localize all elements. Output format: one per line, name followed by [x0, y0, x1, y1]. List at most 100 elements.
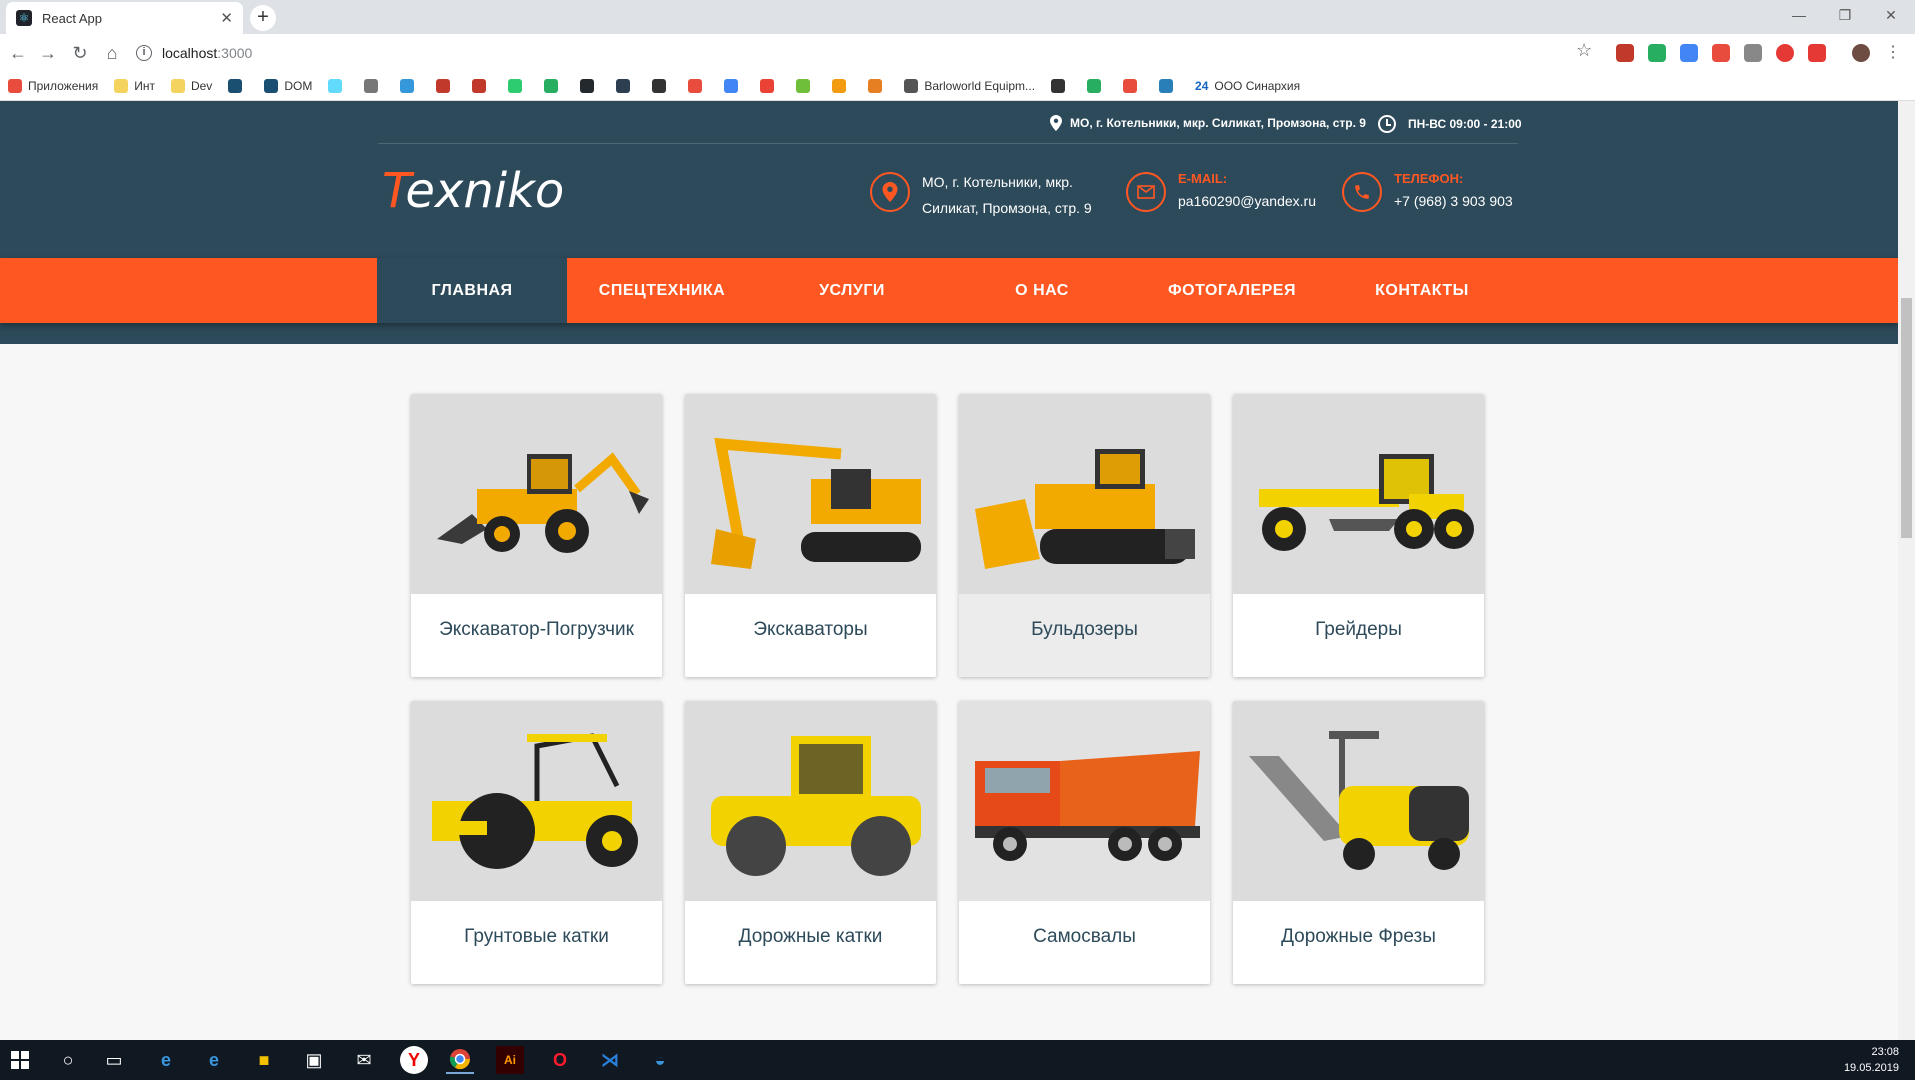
internet-explorer-icon[interactable]: e [200, 1046, 228, 1074]
app-icon[interactable]: ◒ [646, 1046, 674, 1074]
bookmark-item[interactable] [472, 78, 492, 93]
bookmark-item[interactable] [1123, 78, 1143, 93]
road-roller-image [685, 701, 936, 901]
bookmark-item[interactable]: Инт [114, 78, 155, 93]
card-road-milling[interactable]: Дорожные Фрезы [1233, 701, 1484, 984]
card-soil-roller[interactable]: Грунтовые катки [411, 701, 662, 984]
bookmark-icon [436, 78, 451, 93]
card-backhoe-loader[interactable]: Экскаватор-Погрузчик [411, 394, 662, 677]
file-explorer-icon[interactable]: ■ [250, 1046, 278, 1074]
minimize-window-button[interactable]: — [1776, 0, 1822, 30]
nav-item-equipment[interactable]: СПЕЦТЕХНИКА [567, 258, 757, 323]
extension-icon[interactable] [1776, 44, 1794, 62]
cloud-icon[interactable] [1808, 44, 1826, 62]
new-tab-button[interactable]: + [250, 5, 276, 31]
card-road-roller[interactable]: Дорожные катки [685, 701, 936, 984]
extension-icon[interactable] [1712, 44, 1730, 62]
extension-icon[interactable] [1616, 44, 1634, 62]
avatar[interactable] [1852, 44, 1870, 62]
chrome-icon[interactable] [446, 1046, 474, 1074]
bookmark-item[interactable] [688, 78, 708, 93]
bookmark-item[interactable] [544, 78, 564, 93]
bookmark-item[interactable]: Приложения [8, 78, 98, 93]
bookmark-item[interactable] [760, 78, 780, 93]
windows-taskbar: ○ ▭ e e ■ ▣ ✉ Y Ai O ⋊ ◒ 23:08 19.05.201… [0, 1040, 1915, 1080]
nav-item-gallery[interactable]: ФОТОГАЛЕРЕЯ [1137, 258, 1327, 323]
card-grader[interactable]: Грейдеры [1233, 394, 1484, 677]
url-port: :3000 [217, 45, 253, 61]
vscode-icon[interactable]: ⋊ [596, 1046, 624, 1074]
system-clock[interactable]: 23:08 19.05.2019 [1844, 1044, 1899, 1076]
bookmark-item[interactable] [508, 78, 528, 93]
contact-phone: ТЕЛЕФОН: +7 (968) 3 903 903 [1342, 169, 1513, 213]
vertical-scrollbar[interactable] [1898, 101, 1915, 1040]
restore-window-button[interactable]: ❐ [1822, 0, 1868, 30]
close-tab-icon[interactable]: ✕ [220, 9, 233, 27]
home-icon[interactable]: ⌂ [100, 41, 124, 65]
bookmark-star-icon[interactable]: ☆ [1576, 40, 1592, 61]
mail-icon[interactable]: ✉ [350, 1046, 378, 1074]
bookmark-item[interactable] [436, 78, 456, 93]
bookmark-item[interactable] [1159, 78, 1179, 93]
nav-item-services[interactable]: УСЛУГИ [757, 258, 947, 323]
bookmark-item[interactable] [616, 78, 636, 93]
translate-icon[interactable] [1680, 44, 1698, 62]
bookmark-item[interactable] [832, 78, 852, 93]
bookmark-icon [400, 78, 415, 93]
bookmark-item[interactable] [868, 78, 888, 93]
menu-dots-icon[interactable]: ⋮ [1884, 44, 1902, 62]
bookmark-icon [328, 78, 343, 93]
bookmark-icon [264, 78, 279, 93]
bookmark-item[interactable] [364, 78, 384, 93]
reload-icon[interactable]: ↻ [68, 41, 92, 65]
browser-tab[interactable]: ⚛ React App ✕ [6, 2, 243, 34]
info-icon[interactable]: i [136, 45, 152, 61]
task-view-icon[interactable]: ▭ [100, 1046, 128, 1074]
nav-item-contacts[interactable]: КОНТАКТЫ [1327, 258, 1517, 323]
address-line-1: МО, г. Котельники, мкр. [922, 174, 1073, 190]
bookmark-item[interactable] [400, 78, 420, 93]
card-dump-truck[interactable]: Самосвалы [959, 701, 1210, 984]
yandex-browser-icon[interactable]: Y [400, 1046, 428, 1074]
close-window-button[interactable]: ✕ [1868, 0, 1914, 30]
bookmark-item[interactable] [580, 78, 600, 93]
site-logo[interactable]: Texniko [382, 163, 564, 219]
phone-value[interactable]: +7 (968) 3 903 903 [1394, 189, 1513, 213]
bookmark-item[interactable] [328, 78, 348, 93]
scrollbar-thumb[interactable] [1901, 298, 1912, 538]
search-icon[interactable]: ○ [54, 1046, 82, 1074]
extension-icon[interactable] [1744, 44, 1762, 62]
bookmark-item[interactable]: Barloworld Equipm... [904, 78, 1035, 93]
bookmark-item[interactable] [1051, 78, 1071, 93]
opera-icon[interactable]: O [546, 1046, 574, 1074]
extension-shield-icon[interactable] [1648, 44, 1666, 62]
bookmark-item[interactable]: Dev [170, 78, 212, 93]
back-icon[interactable]: ← [6, 41, 30, 65]
card-bulldozer[interactable]: Бульдозеры [959, 394, 1210, 677]
bookmark-item[interactable] [1087, 78, 1107, 93]
bookmark-item[interactable] [228, 78, 248, 93]
nav-item-home[interactable]: ГЛАВНАЯ [377, 258, 567, 323]
email-text: E-MAIL: pa160290@yandex.ru [1178, 169, 1316, 213]
card-title: Дорожные Фрезы [1281, 926, 1436, 947]
bookmark-item[interactable]: DOM [264, 78, 312, 93]
nav-item-about[interactable]: О НАС [947, 258, 1137, 323]
address-bar[interactable]: i localhost:3000 [136, 39, 1606, 67]
store-icon[interactable]: ▣ [300, 1046, 328, 1074]
bookmark-item[interactable] [652, 78, 672, 93]
backhoe-loader-image [411, 394, 662, 594]
card-excavator[interactable]: Экскаваторы [685, 394, 936, 677]
bookmark-item[interactable] [724, 78, 744, 93]
windows-start-icon[interactable] [6, 1046, 34, 1074]
bookmark-item[interactable] [796, 78, 816, 93]
bookmark-item[interactable]: 24 ООО Синархия [1195, 79, 1300, 93]
edge-icon[interactable]: e [152, 1046, 180, 1074]
logo-first-letter: T [382, 163, 406, 219]
card-title: Экскаваторы [753, 619, 868, 640]
illustrator-icon[interactable]: Ai [496, 1046, 524, 1074]
forward-icon[interactable]: → [36, 41, 60, 65]
bookmark-icon [760, 78, 775, 93]
bookmark-icon [364, 78, 379, 93]
email-value[interactable]: pa160290@yandex.ru [1178, 189, 1316, 213]
mail-icon [1126, 172, 1166, 212]
